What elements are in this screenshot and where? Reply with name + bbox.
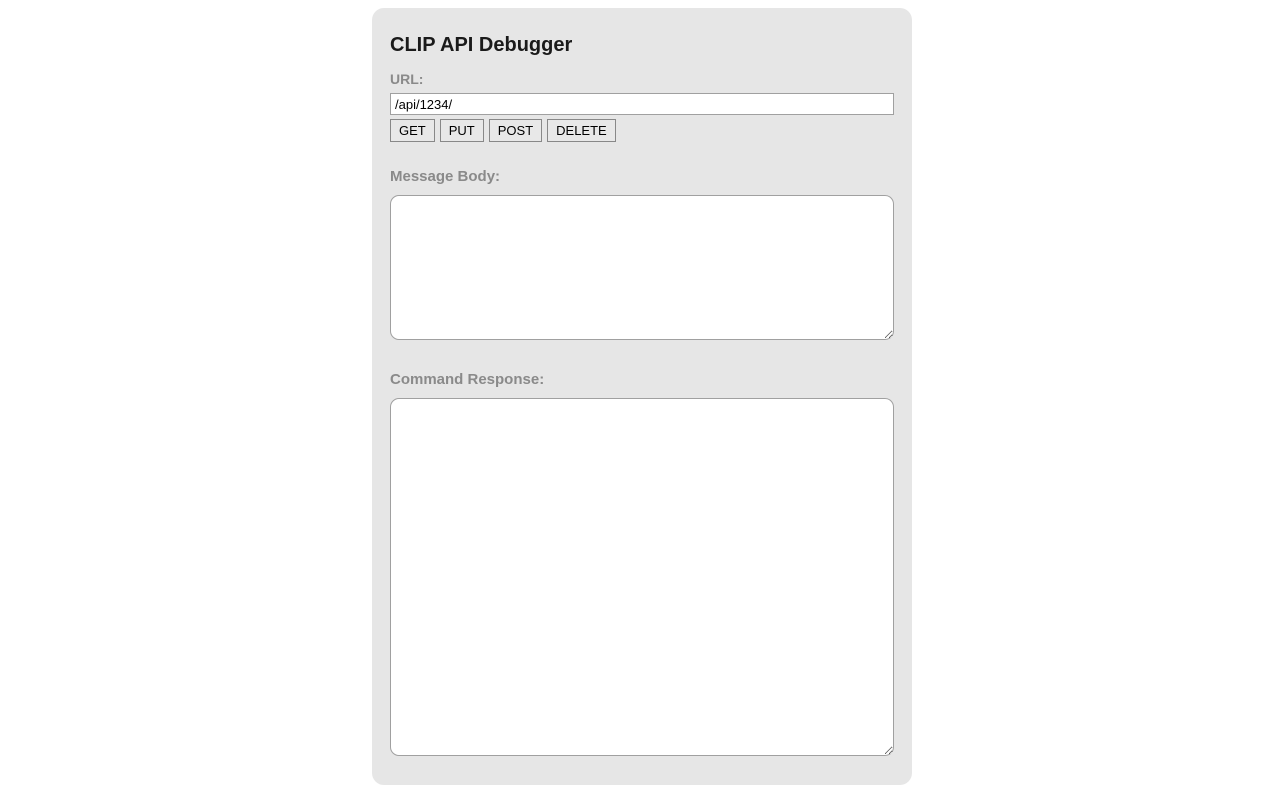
put-button[interactable]: PUT — [440, 119, 484, 142]
debugger-panel: CLIP API Debugger URL: GET PUT POST DELE… — [372, 8, 912, 785]
command-response-textarea[interactable] — [390, 398, 894, 756]
delete-button[interactable]: DELETE — [547, 119, 616, 142]
message-body-label: Message Body: — [390, 168, 894, 185]
get-button[interactable]: GET — [390, 119, 435, 142]
post-button[interactable]: POST — [489, 119, 542, 142]
command-response-label: Command Response: — [390, 371, 894, 388]
url-label: URL: — [390, 71, 894, 87]
method-button-row: GET PUT POST DELETE — [390, 119, 894, 142]
url-input[interactable] — [390, 93, 894, 115]
page-title: CLIP API Debugger — [390, 34, 894, 57]
message-body-textarea[interactable] — [390, 195, 894, 340]
